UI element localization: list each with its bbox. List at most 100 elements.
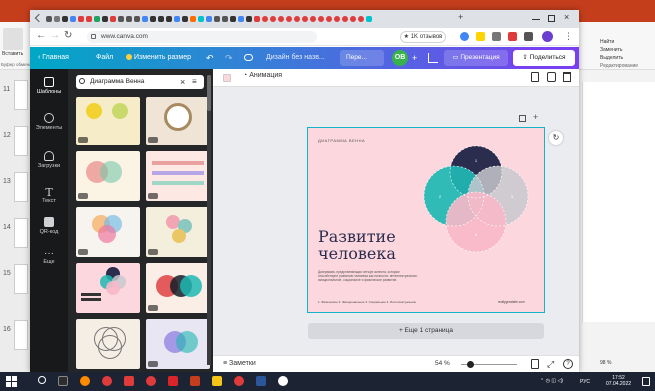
minimize-icon[interactable] <box>532 19 540 21</box>
template-tile[interactable] <box>146 207 210 257</box>
background-color-swatch[interactable] <box>223 74 231 82</box>
user-avatar[interactable]: ОВ <box>392 50 408 66</box>
close-window-icon[interactable]: × <box>564 12 569 22</box>
word-icon[interactable] <box>256 376 266 386</box>
slide-kicker[interactable]: ДИАГРАММА ВЕННА <box>318 138 365 143</box>
page-tab-icon[interactable] <box>334 16 340 22</box>
add-collaborator-icon[interactable]: + <box>412 47 417 69</box>
system-clock[interactable]: 17:52 07.04.2022 <box>606 375 631 387</box>
page-tab-icon[interactable] <box>302 16 308 22</box>
home-button[interactable]: ‹ Главная <box>38 47 69 69</box>
page-tab-icon[interactable] <box>286 16 292 22</box>
file-menu[interactable]: Файл <box>96 47 113 69</box>
profile-avatar[interactable] <box>542 31 553 42</box>
undo-icon[interactable]: ↶ <box>206 47 214 69</box>
template-tile[interactable] <box>146 97 210 145</box>
page-tab-icon[interactable] <box>182 16 188 22</box>
fullscreen-icon[interactable]: ⤢ <box>547 359 554 369</box>
page-tab-icon[interactable] <box>110 16 116 22</box>
page-tab-icon[interactable] <box>342 16 348 22</box>
rail-uploads[interactable]: Загрузки <box>30 151 68 169</box>
page-tab-icon[interactable] <box>70 16 76 22</box>
slide-canvas[interactable]: ДИАГРАММА ВЕННА 1 2 3 4 Развитие человек… <box>307 127 545 313</box>
template-tile[interactable] <box>76 151 140 201</box>
page-tab-icon[interactable] <box>350 16 356 22</box>
lock-icon[interactable] <box>547 72 556 82</box>
page-tab-icon[interactable] <box>318 16 324 22</box>
replace-button[interactable]: Заменить <box>600 46 638 54</box>
page-tab-icon[interactable] <box>102 16 108 22</box>
page-tab-icon[interactable] <box>142 16 148 22</box>
share-button[interactable]: ⇪ Поделиться <box>511 48 577 68</box>
resize-button[interactable]: Изменить размер <box>126 47 191 69</box>
panel-scroll-thumb[interactable] <box>207 75 211 111</box>
slide-body-text[interactable]: Диаграмма, представляющая четыре аспекта… <box>318 270 418 282</box>
slide-thumbnail[interactable] <box>14 218 28 248</box>
file-explorer-icon[interactable] <box>212 376 222 386</box>
extension-icon[interactable] <box>508 32 517 41</box>
page-tab-icon[interactable] <box>310 16 316 22</box>
filter-icon[interactable]: ≡ <box>192 75 197 89</box>
page-tab-icon[interactable] <box>118 16 124 22</box>
page-tab-icon[interactable] <box>158 16 164 22</box>
find-button[interactable]: Найти <box>600 38 638 46</box>
chrome-icon[interactable] <box>278 376 288 386</box>
slide-legend[interactable]: 1. Физическое 2. Эмоциональное 3. Социал… <box>318 300 438 304</box>
page-tab-icon[interactable] <box>86 16 92 22</box>
new-tab-button[interactable]: + <box>458 12 463 22</box>
rail-more[interactable]: ··· Еще <box>30 249 68 266</box>
yandex-browser-icon[interactable] <box>234 376 244 386</box>
help-icon[interactable]: ? <box>563 359 573 369</box>
slide-thumbnail[interactable] <box>14 80 28 110</box>
page-tab-icon[interactable] <box>230 16 236 22</box>
app-icon[interactable] <box>124 376 134 386</box>
task-view-icon[interactable] <box>58 376 68 386</box>
yandex-icon[interactable] <box>102 376 112 386</box>
refresh-icon[interactable]: ↻ <box>549 131 563 145</box>
page-tab-icon[interactable] <box>126 16 132 22</box>
page-view-icon[interactable] <box>531 359 539 369</box>
forward-icon[interactable]: → <box>50 30 60 41</box>
page-tab-icon[interactable] <box>246 16 252 22</box>
select-button[interactable]: Выделить <box>600 54 638 62</box>
browser-menu-icon[interactable]: ⋮ <box>564 31 573 42</box>
slide-title[interactable]: Развитие человека <box>318 228 396 262</box>
paste-icon[interactable] <box>3 28 23 50</box>
rail-elements[interactable]: Элементы <box>30 113 68 131</box>
page-tab-icon[interactable] <box>62 16 68 22</box>
active-tab-canva-icon[interactable] <box>366 16 372 22</box>
page-tab-icon[interactable] <box>134 16 140 22</box>
tray-icons[interactable]: ⌃ ◷ ◫ ◁) <box>540 378 563 384</box>
template-tile[interactable] <box>76 207 140 257</box>
page-tab-icon[interactable] <box>270 16 276 22</box>
notifications-icon[interactable] <box>642 377 650 386</box>
maximize-icon[interactable] <box>548 15 555 22</box>
template-tile-selected[interactable] <box>76 263 140 313</box>
template-tile[interactable] <box>76 97 140 145</box>
slide-thumbnail[interactable] <box>14 172 28 202</box>
keyboard-language[interactable]: РУС <box>580 379 590 385</box>
pdf-reader-icon[interactable] <box>168 376 178 386</box>
page-tab-icon[interactable] <box>94 16 100 22</box>
tab-scroll-left-icon[interactable] <box>34 13 44 23</box>
template-search-input[interactable]: Диаграмма Венна × ≡ <box>76 75 204 89</box>
rail-text[interactable]: T Текст <box>30 187 68 204</box>
page-tab-icon[interactable] <box>206 16 212 22</box>
template-tile[interactable] <box>146 151 210 201</box>
page-tab-icon[interactable] <box>238 16 244 22</box>
opera-icon[interactable] <box>146 376 156 386</box>
search-icon[interactable] <box>38 376 46 384</box>
page-tab-icon[interactable] <box>358 16 364 22</box>
page-tab-icon[interactable] <box>294 16 300 22</box>
page-tab-icon[interactable] <box>78 16 84 22</box>
template-tile[interactable] <box>146 319 210 369</box>
slide-thumbnail[interactable] <box>14 264 28 294</box>
page-tab-icon[interactable] <box>254 16 260 22</box>
panel-scrollbar[interactable] <box>207 75 211 365</box>
page-tab-icon[interactable] <box>190 16 196 22</box>
clear-search-icon[interactable]: × <box>180 75 185 89</box>
extension-icon[interactable] <box>492 32 501 41</box>
slide-footer-url[interactable]: reallygreatsite.com <box>498 300 525 304</box>
transition-button[interactable]: Пере... <box>340 50 384 66</box>
page-tab-icon[interactable] <box>174 16 180 22</box>
